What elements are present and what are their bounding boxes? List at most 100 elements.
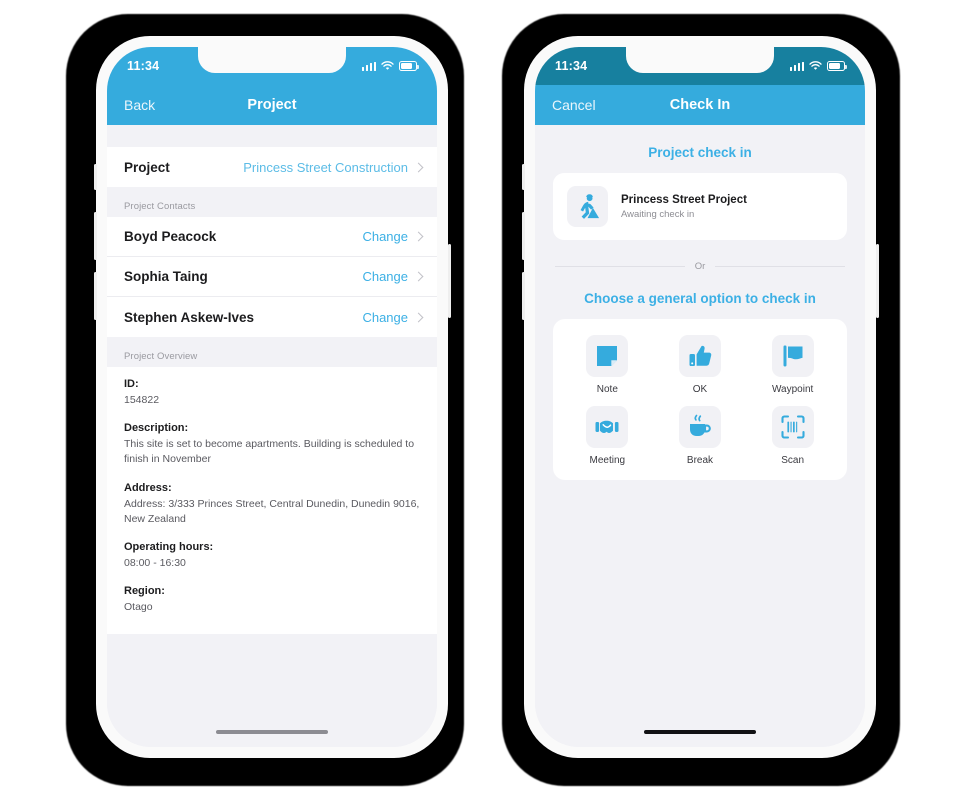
checkin-inner: Project check in Princess Street Project…	[535, 125, 865, 717]
page-title: Project	[247, 97, 297, 113]
overview-item-region: Region: Otago	[124, 585, 420, 615]
device-power-button[interactable]	[875, 244, 879, 318]
project-row-right: Princess Street Construction	[243, 159, 424, 175]
project-checkin-card[interactable]: Princess Street Project Awaiting check i…	[553, 173, 847, 240]
phone-device-checkin: 11:34 Cancel Check In Project check in P…	[521, 36, 879, 758]
or-divider: Or	[553, 240, 847, 291]
overview-item-description: Description: This site is set to become …	[124, 422, 420, 467]
project-row-group: Project Princess Street Construction	[107, 147, 437, 187]
checkin-content: Project check in Princess Street Project…	[535, 125, 865, 717]
option-scan[interactable]: Scan	[746, 406, 839, 466]
wifi-icon	[809, 61, 822, 70]
chevron-right-icon	[413, 312, 424, 322]
divider-line-right	[715, 266, 845, 267]
contact-row-right: Change	[362, 229, 424, 244]
home-indicator[interactable]	[216, 730, 328, 734]
device-power-button[interactable]	[447, 244, 451, 318]
device-volume-up-button[interactable]	[93, 212, 97, 260]
option-label: Note	[596, 384, 618, 395]
option-label: Scan	[781, 455, 805, 466]
contact-row[interactable]: Sophia Taing Change	[107, 257, 437, 297]
change-contact-button[interactable]: Change	[362, 310, 408, 325]
overview-key: Address:	[124, 481, 172, 494]
back-button[interactable]: Back	[107, 97, 155, 113]
contact-row-right: Change	[362, 269, 424, 284]
overview-item-id: ID: 154822	[124, 378, 420, 408]
project-checkin-title: Project check in	[648, 145, 752, 160]
signal-bars-icon	[361, 61, 376, 71]
chevron-right-icon	[413, 271, 424, 282]
option-note[interactable]: Note	[561, 335, 654, 395]
option-label: Meeting	[589, 455, 626, 466]
project-row-label: Project	[124, 159, 170, 175]
battery-icon	[827, 61, 847, 71]
project-overview-card: ID: 154822 Description: This site is set…	[107, 367, 437, 634]
home-indicator[interactable]	[644, 730, 756, 734]
wifi-icon	[381, 61, 394, 70]
cancel-button[interactable]: Cancel	[535, 97, 596, 113]
contact-row[interactable]: Boyd Peacock Change	[107, 217, 437, 257]
project-card-text: Princess Street Project Awaiting check i…	[621, 194, 747, 220]
home-indicator-area	[535, 717, 865, 747]
device-volume-up-button[interactable]	[521, 212, 525, 260]
chevron-right-icon	[413, 162, 424, 172]
divider-label: Or	[694, 261, 706, 272]
option-ok[interactable]: OK	[654, 335, 747, 395]
device-volume-down-button[interactable]	[93, 272, 97, 320]
general-options-title: Choose a general option to check in	[584, 291, 816, 306]
overview-value: 08:00 - 16:30	[124, 557, 186, 570]
status-bar: 11:34	[107, 47, 437, 85]
flag-icon	[771, 335, 814, 377]
thumbs-up-icon	[678, 335, 721, 377]
option-label: Break	[686, 455, 714, 466]
project-card-name: Princess Street Project	[621, 193, 747, 206]
project-content: Project Princess Street Construction Pro…	[107, 125, 437, 717]
device-mute-switch[interactable]	[93, 164, 97, 190]
barcode-scan-icon	[771, 406, 814, 448]
option-meeting[interactable]: Meeting	[561, 406, 654, 466]
chevron-right-icon	[413, 231, 424, 242]
screenshot-stage: 11:34 Back Project Project Princess Stre…	[0, 0, 953, 800]
project-selector-row[interactable]: Project Princess Street Construction	[107, 147, 437, 187]
overview-key: Description:	[124, 422, 189, 435]
roadworks-worker-icon	[567, 186, 608, 227]
signal-bars-icon	[789, 61, 804, 71]
overview-value: 154822	[124, 394, 160, 406]
device-mute-switch[interactable]	[521, 164, 525, 190]
overview-key: ID:	[124, 378, 139, 390]
phone-device-project: 11:34 Back Project Project Princess Stre…	[93, 36, 451, 758]
option-break[interactable]: Break	[654, 406, 747, 466]
battery-icon	[399, 61, 419, 71]
overview-item-address: Address: Address: 3/333 Princes Street, …	[124, 482, 420, 527]
overview-key: Region:	[124, 585, 165, 598]
option-label: OK	[692, 384, 708, 395]
contact-name: Sophia Taing	[124, 269, 208, 284]
status-bar: 11:34	[535, 47, 865, 85]
coffee-cup-icon	[678, 406, 721, 448]
spacer	[107, 125, 437, 147]
contact-row-right: Change	[362, 310, 424, 325]
divider-line-left	[555, 266, 685, 267]
overview-value: This site is set to become apartments. B…	[124, 438, 415, 466]
overview-key: Operating hours:	[124, 541, 214, 554]
screen-project: 11:34 Back Project Project Princess Stre…	[107, 47, 437, 747]
status-icons	[789, 61, 847, 71]
device-notch	[198, 47, 346, 73]
contact-name: Boyd Peacock	[124, 229, 217, 244]
change-contact-button[interactable]: Change	[362, 229, 408, 244]
screen-checkin: 11:34 Cancel Check In Project check in P…	[535, 47, 865, 747]
contact-row[interactable]: Stephen Askew-Ives Change	[107, 297, 437, 337]
option-waypoint[interactable]: Waypoint	[746, 335, 839, 395]
handshake-icon	[586, 406, 629, 448]
project-card-status: Awaiting check in	[621, 208, 695, 220]
project-row-value: Princess Street Construction	[243, 159, 408, 175]
change-contact-button[interactable]: Change	[362, 269, 408, 284]
navigation-bar: Back Project	[107, 85, 437, 125]
status-clock: 11:34	[127, 59, 160, 73]
contacts-section-header: Project Contacts	[107, 187, 437, 217]
sticky-note-icon	[586, 335, 629, 377]
status-icons	[361, 61, 419, 71]
contacts-list: Boyd Peacock Change Sophia Taing Change	[107, 217, 437, 337]
device-volume-down-button[interactable]	[521, 272, 525, 320]
overview-section-header: Project Overview	[107, 337, 437, 367]
